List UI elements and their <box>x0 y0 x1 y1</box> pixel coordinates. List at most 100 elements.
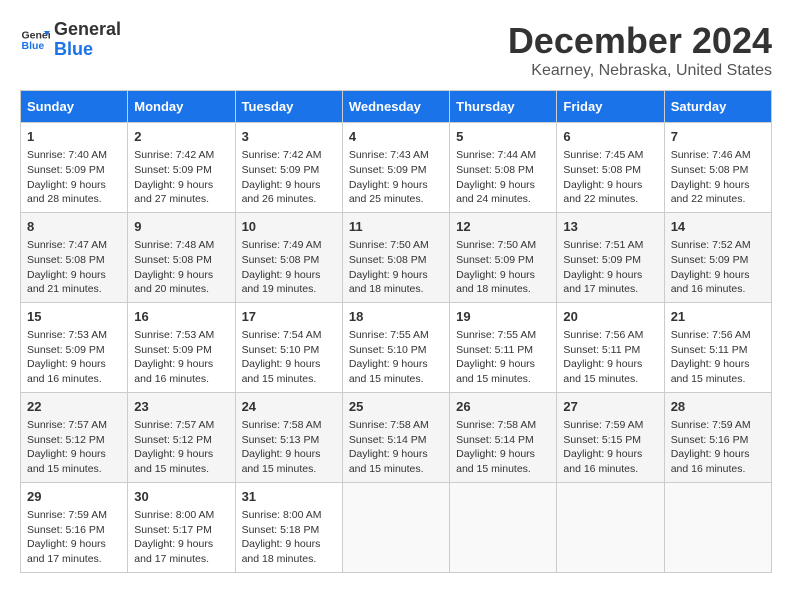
calendar-cell: 16 Sunrise: 7:53 AM Sunset: 5:09 PM Dayl… <box>128 302 235 392</box>
daylight-text: Daylight: 9 hours and 17 minutes. <box>27 538 106 565</box>
sunset-text: Sunset: 5:09 PM <box>671 254 749 266</box>
daylight-text: Daylight: 9 hours and 15 minutes. <box>242 358 321 385</box>
day-number: 8 <box>27 218 121 236</box>
sunset-text: Sunset: 5:10 PM <box>242 344 320 356</box>
calendar-cell: 7 Sunrise: 7:46 AM Sunset: 5:08 PM Dayli… <box>664 123 771 213</box>
daylight-text: Daylight: 9 hours and 17 minutes. <box>134 538 213 565</box>
daylight-text: Daylight: 9 hours and 26 minutes. <box>242 179 321 206</box>
sunrise-text: Sunrise: 7:49 AM <box>242 239 322 251</box>
calendar-cell: 11 Sunrise: 7:50 AM Sunset: 5:08 PM Dayl… <box>342 212 449 302</box>
day-number: 21 <box>671 308 765 326</box>
day-number: 11 <box>349 218 443 236</box>
daylight-text: Daylight: 9 hours and 15 minutes. <box>134 448 213 475</box>
sunset-text: Sunset: 5:15 PM <box>563 434 641 446</box>
sunrise-text: Sunrise: 7:48 AM <box>134 239 214 251</box>
sunset-text: Sunset: 5:08 PM <box>563 164 641 176</box>
title-section: December 2024 Kearney, Nebraska, United … <box>508 20 772 80</box>
daylight-text: Daylight: 9 hours and 15 minutes. <box>671 358 750 385</box>
calendar-cell: 27 Sunrise: 7:59 AM Sunset: 5:15 PM Dayl… <box>557 392 664 482</box>
daylight-text: Daylight: 9 hours and 25 minutes. <box>349 179 428 206</box>
sunrise-text: Sunrise: 7:44 AM <box>456 149 536 161</box>
sunrise-text: Sunrise: 8:00 AM <box>242 509 322 521</box>
day-number: 20 <box>563 308 657 326</box>
calendar-cell <box>450 482 557 572</box>
day-number: 5 <box>456 128 550 146</box>
day-number: 22 <box>27 398 121 416</box>
sunset-text: Sunset: 5:08 PM <box>671 164 749 176</box>
day-number: 26 <box>456 398 550 416</box>
calendar-cell: 14 Sunrise: 7:52 AM Sunset: 5:09 PM Dayl… <box>664 212 771 302</box>
sunset-text: Sunset: 5:16 PM <box>27 524 105 536</box>
day-number: 17 <box>242 308 336 326</box>
day-header-tuesday: Tuesday <box>235 91 342 123</box>
calendar-cell: 5 Sunrise: 7:44 AM Sunset: 5:08 PM Dayli… <box>450 123 557 213</box>
sunrise-text: Sunrise: 7:42 AM <box>242 149 322 161</box>
calendar-cell: 9 Sunrise: 7:48 AM Sunset: 5:08 PM Dayli… <box>128 212 235 302</box>
calendar-cell: 22 Sunrise: 7:57 AM Sunset: 5:12 PM Dayl… <box>21 392 128 482</box>
daylight-text: Daylight: 9 hours and 15 minutes. <box>563 358 642 385</box>
calendar-cell: 6 Sunrise: 7:45 AM Sunset: 5:08 PM Dayli… <box>557 123 664 213</box>
sunset-text: Sunset: 5:14 PM <box>349 434 427 446</box>
daylight-text: Daylight: 9 hours and 15 minutes. <box>456 448 535 475</box>
day-number: 29 <box>27 488 121 506</box>
sunrise-text: Sunrise: 7:59 AM <box>671 419 751 431</box>
sunset-text: Sunset: 5:09 PM <box>134 164 212 176</box>
day-header-friday: Friday <box>557 91 664 123</box>
sunrise-text: Sunrise: 7:54 AM <box>242 329 322 341</box>
daylight-text: Daylight: 9 hours and 16 minutes. <box>27 358 106 385</box>
sunset-text: Sunset: 5:11 PM <box>671 344 748 356</box>
calendar-cell <box>342 482 449 572</box>
sunrise-text: Sunrise: 7:57 AM <box>27 419 107 431</box>
calendar-cell: 1 Sunrise: 7:40 AM Sunset: 5:09 PM Dayli… <box>21 123 128 213</box>
calendar-cell: 3 Sunrise: 7:42 AM Sunset: 5:09 PM Dayli… <box>235 123 342 213</box>
day-number: 31 <box>242 488 336 506</box>
day-header-sunday: Sunday <box>21 91 128 123</box>
sunset-text: Sunset: 5:16 PM <box>671 434 749 446</box>
sunrise-text: Sunrise: 7:51 AM <box>563 239 643 251</box>
daylight-text: Daylight: 9 hours and 28 minutes. <box>27 179 106 206</box>
sunset-text: Sunset: 5:09 PM <box>27 344 105 356</box>
calendar-week-5: 29 Sunrise: 7:59 AM Sunset: 5:16 PM Dayl… <box>21 482 772 572</box>
sunrise-text: Sunrise: 7:58 AM <box>456 419 536 431</box>
day-header-thursday: Thursday <box>450 91 557 123</box>
calendar-table: SundayMondayTuesdayWednesdayThursdayFrid… <box>20 90 772 573</box>
logo-line1: General <box>54 20 121 40</box>
sunrise-text: Sunrise: 7:56 AM <box>563 329 643 341</box>
daylight-text: Daylight: 9 hours and 24 minutes. <box>456 179 535 206</box>
daylight-text: Daylight: 9 hours and 18 minutes. <box>349 269 428 296</box>
calendar-week-2: 8 Sunrise: 7:47 AM Sunset: 5:08 PM Dayli… <box>21 212 772 302</box>
day-number: 4 <box>349 128 443 146</box>
sunset-text: Sunset: 5:14 PM <box>456 434 534 446</box>
calendar-cell: 21 Sunrise: 7:56 AM Sunset: 5:11 PM Dayl… <box>664 302 771 392</box>
calendar-cell: 17 Sunrise: 7:54 AM Sunset: 5:10 PM Dayl… <box>235 302 342 392</box>
calendar-cell: 20 Sunrise: 7:56 AM Sunset: 5:11 PM Dayl… <box>557 302 664 392</box>
calendar-cell: 28 Sunrise: 7:59 AM Sunset: 5:16 PM Dayl… <box>664 392 771 482</box>
calendar-cell: 23 Sunrise: 7:57 AM Sunset: 5:12 PM Dayl… <box>128 392 235 482</box>
logo-icon: General Blue <box>20 25 50 55</box>
day-number: 9 <box>134 218 228 236</box>
daylight-text: Daylight: 9 hours and 15 minutes. <box>456 358 535 385</box>
sunrise-text: Sunrise: 7:42 AM <box>134 149 214 161</box>
sunset-text: Sunset: 5:09 PM <box>563 254 641 266</box>
sunrise-text: Sunrise: 7:59 AM <box>27 509 107 521</box>
sunrise-text: Sunrise: 7:53 AM <box>134 329 214 341</box>
day-number: 19 <box>456 308 550 326</box>
daylight-text: Daylight: 9 hours and 19 minutes. <box>242 269 321 296</box>
daylight-text: Daylight: 9 hours and 20 minutes. <box>134 269 213 296</box>
day-header-monday: Monday <box>128 91 235 123</box>
calendar-week-3: 15 Sunrise: 7:53 AM Sunset: 5:09 PM Dayl… <box>21 302 772 392</box>
sunrise-text: Sunrise: 7:57 AM <box>134 419 214 431</box>
sunrise-text: Sunrise: 7:43 AM <box>349 149 429 161</box>
sunset-text: Sunset: 5:08 PM <box>134 254 212 266</box>
sunset-text: Sunset: 5:08 PM <box>349 254 427 266</box>
sunrise-text: Sunrise: 7:59 AM <box>563 419 643 431</box>
sunrise-text: Sunrise: 7:58 AM <box>349 419 429 431</box>
sunset-text: Sunset: 5:09 PM <box>242 164 320 176</box>
svg-text:Blue: Blue <box>22 40 45 52</box>
day-number: 27 <box>563 398 657 416</box>
calendar-week-4: 22 Sunrise: 7:57 AM Sunset: 5:12 PM Dayl… <box>21 392 772 482</box>
logo: General Blue General Blue <box>20 20 121 60</box>
day-number: 6 <box>563 128 657 146</box>
day-number: 14 <box>671 218 765 236</box>
day-number: 25 <box>349 398 443 416</box>
